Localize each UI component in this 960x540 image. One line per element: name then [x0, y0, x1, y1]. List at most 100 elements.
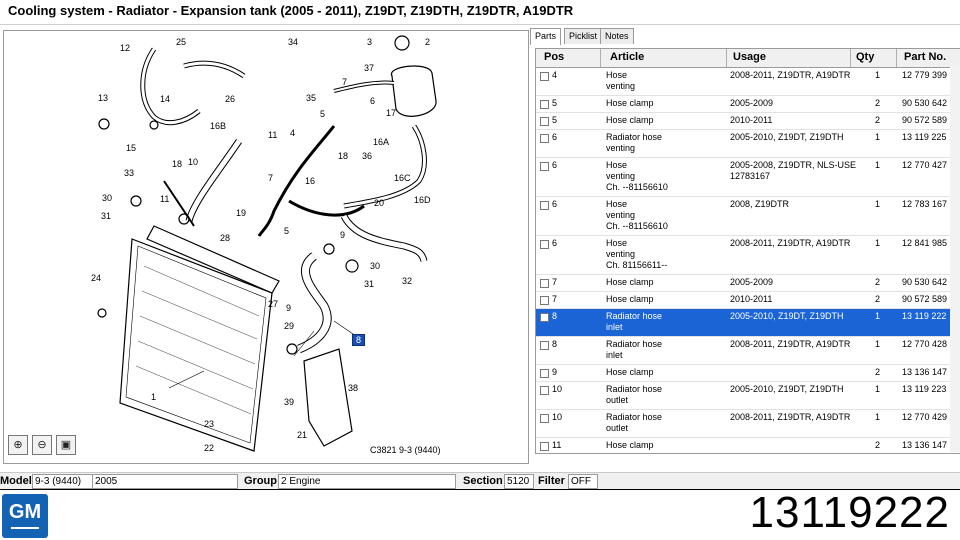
diagram-callout[interactable]: 7 [268, 173, 273, 183]
diagram-callout[interactable]: 22 [204, 443, 214, 453]
tab-notes[interactable]: Notes [600, 28, 634, 44]
diagram-callout[interactable]: 1 [151, 392, 156, 402]
diagram-callout[interactable]: 12 [120, 43, 130, 53]
row-checkbox[interactable] [540, 201, 549, 210]
diagram-callout[interactable]: 5 [320, 109, 325, 119]
diagram-callout[interactable]: 21 [297, 430, 307, 440]
diagram-callout[interactable]: 24 [91, 273, 101, 283]
diagram-callout[interactable]: 4 [290, 128, 295, 138]
diagram-callout[interactable]: 31 [101, 211, 111, 221]
row-checkbox[interactable] [540, 341, 549, 350]
row-checkbox[interactable] [540, 369, 549, 378]
section-field[interactable]: 5120 [504, 474, 534, 489]
diagram-callout[interactable]: 3 [367, 37, 372, 47]
diagram-callout[interactable]: 16C [394, 173, 411, 183]
diagram-callout[interactable]: 10 [188, 157, 198, 167]
diagram-callout[interactable]: 23 [204, 419, 214, 429]
table-row[interactable]: 11 Hose clamp 2 13 136 147 [536, 438, 960, 453]
diagram-callout[interactable]: 31 [364, 279, 374, 289]
table-row[interactable]: 5 Hose clamp 2005-2009 2 90 530 642 [536, 96, 960, 113]
row-checkbox[interactable] [540, 414, 549, 423]
row-checkbox[interactable] [540, 296, 549, 305]
diagram-callout[interactable]: 2 [425, 37, 430, 47]
row-checkbox[interactable] [540, 442, 549, 451]
tab-picklist[interactable]: Picklist [564, 28, 603, 44]
row-checkbox[interactable] [540, 279, 549, 288]
diagram-callout[interactable]: 7 [342, 77, 347, 87]
zoom-out-button[interactable]: ⊖ [32, 435, 52, 455]
diagram-callout[interactable]: 11 [160, 194, 169, 204]
model-field[interactable]: 9-3 (9440) [32, 474, 94, 489]
diagram-callout[interactable]: 27 [268, 299, 278, 309]
diagram-callout[interactable]: 14 [160, 94, 170, 104]
diagram-callout[interactable]: 30 [370, 261, 380, 271]
table-row[interactable]: 6 Hose venting Ch. --81156610 2005-2008, Z19… [536, 158, 960, 197]
diagram-callout[interactable]: 11 [268, 130, 277, 140]
zoom-in-button[interactable]: ⊕ [8, 435, 28, 455]
table-row[interactable]: 5 Hose clamp 2010-2011 2 90 572 589 [536, 113, 960, 130]
filter-field[interactable]: OFF [568, 474, 598, 489]
table-row[interactable]: 6 Hose venting Ch. --81156610 2008, Z19DTR 1 1… [536, 197, 960, 236]
diagram-callout[interactable]: 16A [373, 137, 389, 147]
diagram-callout[interactable]: 6 [370, 96, 375, 106]
diagram-callout[interactable]: 38 [348, 383, 358, 393]
column-header-usage[interactable]: Usage [733, 51, 766, 63]
table-row[interactable]: 4 Hose venting 2008-2011, Z19DTR, A19DTR 1 12… [536, 68, 960, 96]
column-header-article[interactable]: Article [610, 51, 644, 63]
table-row-selected[interactable]: 8 Radiator hose inlet 2005-2010, Z19DT, Z19… [536, 309, 960, 337]
column-header-qty[interactable]: Qty [856, 51, 874, 63]
diagram-callout[interactable]: 16B [210, 121, 226, 131]
table-row[interactable]: 9 Hose clamp 2 13 136 147 [536, 365, 960, 382]
table-row[interactable]: 10 Radiator hose outlet 2008-2011, Z19DTR, … [536, 410, 960, 438]
diagram-callout[interactable]: 13 [98, 93, 108, 103]
diagram-callout[interactable]: 20 [374, 198, 384, 208]
table-row[interactable]: 6 Radiator hose venting 2005-2010, Z19DT, Z… [536, 130, 960, 158]
diagram-callout[interactable]: 37 [364, 63, 374, 73]
diagram-callout[interactable]: 39 [284, 397, 294, 407]
table-row[interactable]: 7 Hose clamp 2010-2011 2 90 572 589 [536, 292, 960, 309]
exploded-diagram-panel[interactable]: 25 12 34 3 2 37 13 14 26 7 35 6 5 17 16B 11 4 15 16A 36 18 10… [3, 30, 529, 464]
table-row[interactable]: 7 Hose clamp 2005-2009 2 90 530 642 [536, 275, 960, 292]
diagram-callout[interactable]: 33 [124, 168, 134, 178]
row-checkbox[interactable] [540, 240, 549, 249]
column-header-partno[interactable]: Part No. [904, 51, 946, 63]
diagram-callout[interactable]: 17 [386, 108, 396, 118]
diagram-callout[interactable]: 36 [362, 151, 372, 161]
cell-pos: 8 [552, 311, 558, 321]
table-row[interactable]: 6 Hose venting Ch. 81156611-- 2008-2011, Z19… [536, 236, 960, 275]
tab-parts[interactable]: Parts [530, 28, 562, 45]
group-field[interactable]: 2 Engine [278, 474, 456, 489]
diagram-callout[interactable]: 28 [220, 233, 230, 243]
diagram-callout[interactable]: 9 [286, 303, 291, 313]
callout-highlighted[interactable]: 8 [352, 334, 366, 346]
diagram-callout[interactable]: 5 [284, 226, 289, 236]
row-checkbox[interactable] [540, 313, 549, 322]
diagram-callout[interactable]: 26 [225, 94, 235, 104]
diagram-callout[interactable]: 34 [288, 37, 298, 47]
diagram-callout[interactable]: 35 [306, 93, 316, 103]
table-scrollbar[interactable] [950, 66, 960, 452]
diagram-callout[interactable]: 18 [172, 159, 182, 169]
row-checkbox[interactable] [540, 162, 549, 171]
table-row[interactable]: 10 Radiator hose outlet 2005-2010, Z19DT, Z… [536, 382, 960, 410]
fit-window-button[interactable]: ▣ [56, 435, 76, 455]
diagram-callout[interactable]: 16 [305, 176, 315, 186]
row-checkbox[interactable] [540, 117, 549, 126]
year-field[interactable]: 2005 [92, 474, 238, 489]
row-checkbox[interactable] [540, 100, 549, 109]
row-checkbox[interactable] [540, 386, 549, 395]
diagram-callout[interactable]: 15 [126, 143, 136, 153]
diagram-callout[interactable]: 9 [340, 230, 345, 240]
table-row[interactable]: 8 Radiator hose inlet 2008-2011, Z19DTR, A1… [536, 337, 960, 365]
diagram-callout[interactable]: 19 [236, 208, 246, 218]
diagram-callout[interactable]: 18 [338, 151, 348, 161]
diagram-callout[interactable]: 29 [284, 321, 294, 331]
diagram-callout[interactable]: 30 [102, 193, 112, 203]
diagram-callout[interactable]: 16D [414, 195, 431, 205]
row-checkbox[interactable] [540, 72, 549, 81]
row-checkbox[interactable] [540, 134, 549, 143]
cell-partno: 12 841 985 [902, 238, 948, 248]
diagram-callout[interactable]: 25 [176, 37, 186, 47]
column-header-pos[interactable]: Pos [544, 51, 564, 63]
diagram-callout[interactable]: 32 [402, 276, 412, 286]
